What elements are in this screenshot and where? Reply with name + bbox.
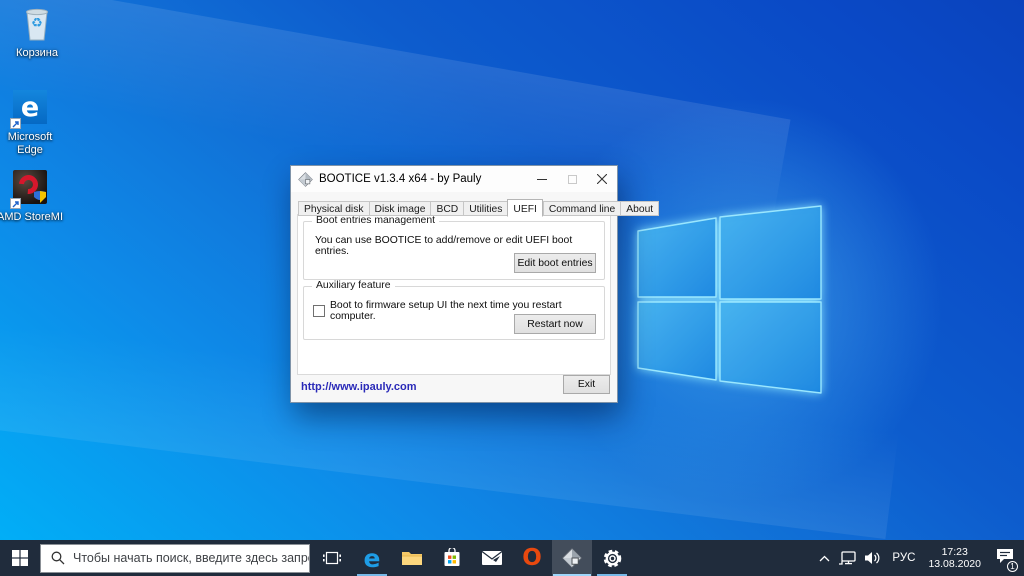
desktop-icon-label: Корзина	[0, 47, 74, 60]
desktop: ♻ Корзина e Microsoft Edge	[0, 0, 1024, 576]
taskbar-apps: e	[312, 540, 632, 576]
recycle-symbol: ♻	[18, 15, 56, 31]
uefi-tab-page: Boot entries management You can use BOOT…	[297, 214, 611, 375]
volume-tray-button[interactable]	[860, 540, 886, 576]
start-button[interactable]	[0, 540, 40, 576]
tab-disk-image[interactable]: Disk image	[369, 201, 431, 216]
groupbox-legend: Boot entries management	[312, 215, 439, 226]
desktop-icon-label: AMD StoreMI	[0, 211, 67, 224]
close-button[interactable]	[587, 166, 617, 192]
taskbar-office-button[interactable]: O	[512, 540, 552, 576]
system-tray: РУС 17:23 13.08.2020 1	[814, 540, 1022, 576]
bootice-app-icon	[298, 172, 313, 187]
exit-button[interactable]: Exit	[563, 375, 610, 394]
action-center-button[interactable]: 1	[988, 540, 1022, 576]
search-input[interactable]: Чтобы начать поиск, введите здесь запрос	[40, 544, 310, 573]
tab-bcd[interactable]: BCD	[430, 201, 463, 216]
windows-logo	[636, 204, 824, 396]
tab-about[interactable]: About	[620, 201, 659, 216]
title-bar[interactable]: BOOTICE v1.3.4 x64 - by Pauly	[291, 166, 617, 192]
task-view-button[interactable]	[312, 540, 352, 576]
desktop-icon-amd-storemi[interactable]: AMD StoreMI	[0, 168, 67, 224]
volume-icon	[865, 551, 881, 565]
taskbar: Чтобы начать поиск, введите здесь запрос…	[0, 540, 1024, 576]
network-tray-button[interactable]	[834, 540, 860, 576]
language-indicator[interactable]: РУС	[886, 540, 921, 576]
taskbar-file-explorer-button[interactable]	[392, 540, 432, 576]
desktop-icon-label: Microsoft Edge	[0, 131, 62, 157]
tab-physical-disk[interactable]: Physical disk	[298, 201, 369, 216]
maximize-button[interactable]	[557, 166, 587, 192]
file-explorer-icon	[401, 549, 423, 567]
taskbar-settings-button[interactable]	[592, 540, 632, 576]
auxiliary-feature-groupbox: Auxiliary feature Boot to firmware setup…	[303, 286, 605, 340]
edge-icon: e	[364, 546, 381, 571]
notification-badge: 1	[1007, 561, 1018, 572]
tab-strip: Physical disk Disk image BCD Utilities U…	[298, 199, 659, 216]
uac-shield-icon	[34, 190, 46, 203]
task-view-icon	[323, 550, 341, 566]
search-placeholder: Чтобы начать поиск, введите здесь запрос	[73, 551, 309, 565]
taskbar-microsoft-store-button[interactable]	[432, 540, 472, 576]
tray-overflow-button[interactable]	[814, 540, 834, 576]
mail-icon	[481, 550, 503, 566]
desktop-icon-recycle-bin[interactable]: ♻ Корзина	[0, 6, 74, 60]
boot-to-firmware-checkbox[interactable]	[313, 305, 325, 317]
settings-gear-icon	[602, 548, 623, 569]
windows-start-icon	[12, 550, 28, 566]
tray-date: 13.08.2020	[928, 558, 981, 570]
bootice-icon	[562, 548, 582, 568]
tab-command-line[interactable]: Command line	[543, 201, 620, 216]
network-icon	[839, 551, 856, 565]
groupbox-legend: Auxiliary feature	[312, 280, 395, 291]
shortcut-arrow-icon	[10, 118, 21, 129]
boot-entries-groupbox: Boot entries management You can use BOOT…	[303, 221, 605, 280]
clock[interactable]: 17:23 13.08.2020	[921, 540, 988, 576]
ipauly-link[interactable]: http://www.ipauly.com	[301, 381, 417, 393]
edit-boot-entries-button[interactable]: Edit boot entries	[514, 253, 596, 273]
microsoft-store-icon	[442, 548, 462, 568]
chevron-up-icon	[819, 555, 830, 562]
tab-uefi[interactable]: UEFI	[507, 199, 542, 217]
taskbar-edge-button[interactable]: e	[352, 540, 392, 576]
shortcut-arrow-icon	[10, 198, 21, 209]
search-icon	[51, 551, 65, 565]
tab-utilities[interactable]: Utilities	[463, 201, 507, 216]
tray-time: 17:23	[928, 546, 981, 558]
desktop-icon-microsoft-edge[interactable]: e Microsoft Edge	[0, 88, 67, 157]
minimize-button[interactable]	[527, 166, 557, 192]
office-icon: O	[522, 547, 542, 570]
window-title: BOOTICE v1.3.4 x64 - by Pauly	[319, 173, 481, 185]
bootice-window: BOOTICE v1.3.4 x64 - by Pauly Physical d…	[290, 165, 618, 403]
taskbar-bootice-button[interactable]	[552, 540, 592, 576]
taskbar-mail-button[interactable]	[472, 540, 512, 576]
restart-now-button[interactable]: Restart now	[514, 314, 596, 334]
